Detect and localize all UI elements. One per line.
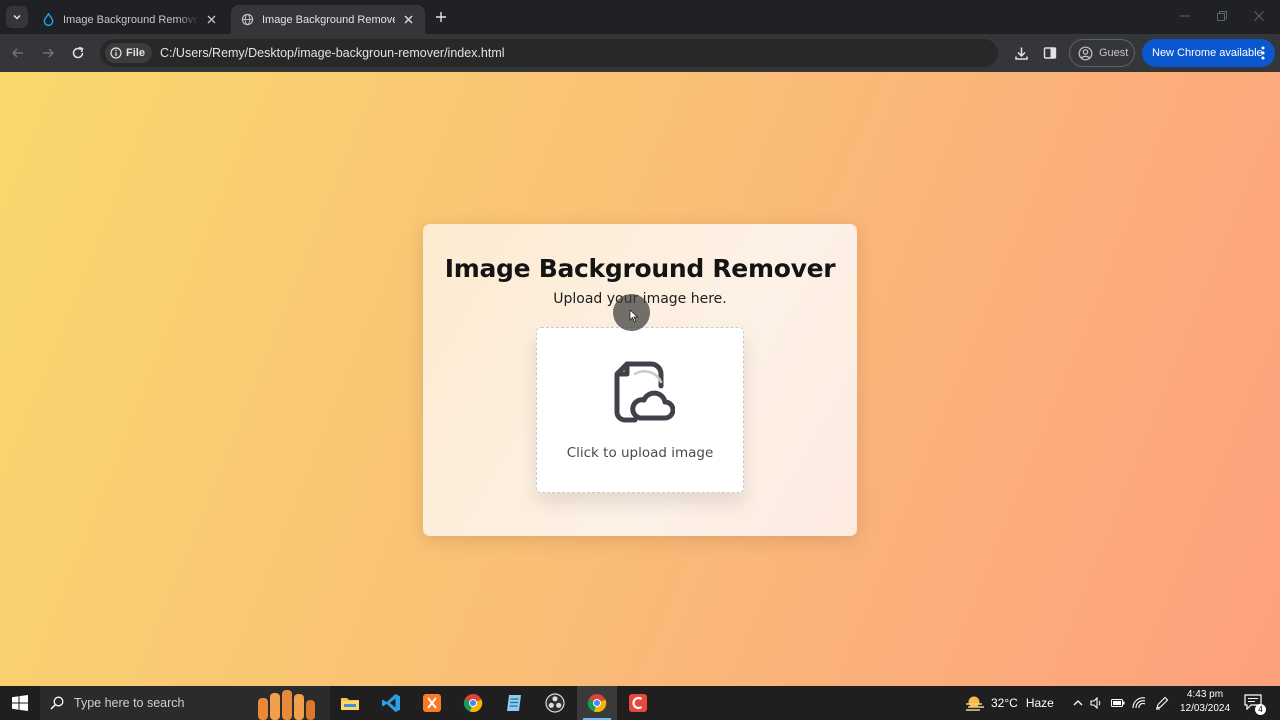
tray-battery[interactable] [1110, 696, 1126, 710]
pen-icon [1156, 696, 1169, 710]
weather-widget[interactable]: 32°C Haze [965, 686, 1054, 720]
tab-ui[interactable]: Image Background Remover UI [32, 5, 228, 34]
update-chrome-button[interactable]: New Chrome available [1142, 39, 1275, 67]
search-icon [50, 696, 64, 710]
profile-button[interactable]: Guest [1069, 39, 1135, 67]
more-vert-icon [1261, 46, 1265, 60]
tab-active[interactable]: Image Background Remover [231, 5, 425, 34]
search-placeholder: Type here to search [74, 696, 185, 710]
screen-recorder-icon [629, 694, 647, 712]
notepad-icon [507, 695, 521, 711]
start-button[interactable] [0, 686, 40, 720]
reload-icon [72, 46, 84, 59]
downloads-button[interactable] [1010, 42, 1032, 64]
clock-date: 12/03/2024 [1179, 703, 1231, 714]
info-icon [110, 47, 122, 59]
restore-icon [1217, 11, 1227, 21]
taskbar-file-explorer[interactable] [330, 686, 370, 720]
minimize-button[interactable] [1173, 6, 1197, 26]
volume-icon [1090, 697, 1101, 709]
profile-label: Guest [1099, 47, 1129, 59]
tray-network[interactable] [1131, 696, 1147, 710]
vscode-icon [382, 694, 400, 712]
page-title: Image Background Remover [444, 254, 836, 283]
site-info-chip[interactable]: File [105, 43, 152, 63]
user-circle-icon [1078, 46, 1093, 60]
weather-temp: 32°C [991, 696, 1018, 710]
arrow-right-icon [43, 48, 55, 58]
tray-pen[interactable] [1154, 696, 1170, 710]
tab-strip: Image Background Remover UI Image Backgr… [0, 0, 1280, 34]
xampp-icon [423, 694, 441, 712]
taskbar-notepad[interactable] [494, 686, 534, 720]
new-tab-button[interactable] [432, 8, 450, 26]
browser-toolbar: File C:/Users/Remy/Desktop/image-backgro… [0, 34, 1280, 72]
file-cloud-upload-icon [614, 361, 675, 423]
taskbar-screen-recorder[interactable] [618, 686, 658, 720]
upload-dropzone[interactable]: Click to upload image [536, 327, 744, 493]
taskbar-obs[interactable] [535, 686, 575, 720]
tab-title: Image Background Remover UI [63, 13, 198, 26]
upload-label: Click to upload image [566, 445, 714, 461]
forward-button[interactable] [37, 42, 59, 64]
arrow-left-icon [11, 48, 23, 58]
system-clock[interactable]: 4:43 pm 12/03/2024 [1172, 688, 1238, 716]
site-info-label: File [126, 47, 145, 59]
reload-button[interactable] [67, 42, 89, 64]
taskbar-search[interactable]: Type here to search [40, 686, 330, 720]
taskbar-xampp[interactable] [412, 686, 452, 720]
haze-sun-icon [966, 696, 984, 711]
taskbar-chrome-alt[interactable] [453, 686, 493, 720]
clock-time: 4:43 pm [1186, 689, 1224, 700]
tab-title: Image Background Remover [262, 13, 395, 26]
file-explorer-icon [341, 698, 359, 710]
globe-icon [241, 13, 254, 26]
chevron-down-icon [13, 14, 21, 20]
battery-icon [1111, 699, 1125, 707]
upload-card: Image Background Remover Upload your ima… [423, 224, 857, 536]
plus-icon [436, 12, 446, 22]
side-panel-icon [1043, 47, 1057, 59]
taskbar-chrome[interactable] [577, 686, 617, 720]
download-icon [1014, 47, 1028, 60]
close-icon [1254, 11, 1264, 21]
close-tab-icon[interactable] [401, 13, 415, 27]
back-button[interactable] [7, 42, 29, 64]
address-bar[interactable]: File C:/Users/Remy/Desktop/image-backgro… [100, 39, 998, 67]
update-label: New Chrome available [1152, 47, 1263, 59]
side-panel-button[interactable] [1039, 42, 1061, 64]
windows-taskbar: Type here to search 32°C Haze 4:43 pm 12… [0, 686, 1280, 720]
minimize-icon [1180, 15, 1190, 17]
chevron-up-icon [1073, 700, 1083, 706]
tray-overflow-button[interactable] [1070, 696, 1086, 710]
wifi-icon [1132, 697, 1146, 709]
close-tab-icon[interactable] [204, 13, 218, 27]
obs-icon [545, 693, 565, 713]
url-text[interactable]: C:/Users/Remy/Desktop/image-backgroun-re… [160, 46, 505, 60]
weather-condition: Haze [1025, 696, 1054, 710]
notification-count-badge: 4 [1255, 704, 1266, 715]
restore-button[interactable] [1210, 6, 1234, 26]
close-window-button[interactable] [1247, 6, 1271, 26]
notification-center-button[interactable]: 4 [1244, 694, 1266, 715]
tray-volume[interactable] [1089, 696, 1105, 710]
mouse-pointer-icon [629, 309, 639, 323]
taskbar-vscode[interactable] [371, 686, 411, 720]
chrome-alt-icon [463, 694, 483, 713]
search-highlight-art-icon [258, 690, 315, 720]
page-viewport: Image Background Remover Upload your ima… [0, 72, 1280, 686]
drop-icon [43, 13, 54, 26]
tab-search-button[interactable] [6, 6, 28, 28]
windows-logo-icon [12, 695, 28, 711]
chrome-icon [587, 694, 607, 713]
